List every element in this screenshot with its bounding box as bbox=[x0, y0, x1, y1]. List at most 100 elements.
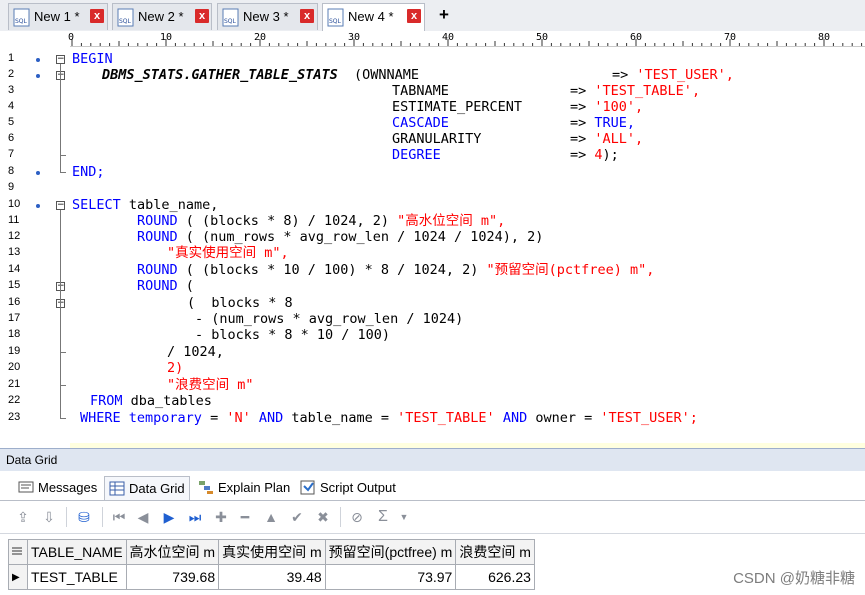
tab-new-3[interactable]: SQL New 3 * x bbox=[217, 3, 318, 30]
refresh-query-icon[interactable]: ⛁ bbox=[75, 508, 93, 526]
fold-guide-end bbox=[60, 352, 66, 353]
column-header[interactable]: TABLE_NAME bbox=[27, 539, 127, 565]
table-cell[interactable]: 739.68 bbox=[125, 564, 220, 590]
script-output-icon bbox=[300, 480, 315, 495]
column-header[interactable]: 高水位空间 m bbox=[125, 539, 220, 565]
toolbar-separator bbox=[66, 507, 67, 527]
close-tab-icon[interactable]: x bbox=[407, 9, 421, 23]
table-cell[interactable]: TEST_TABLE bbox=[27, 564, 127, 590]
code-line-1: BEGIN bbox=[72, 51, 113, 67]
ruler-label: 80 bbox=[818, 32, 831, 43]
ruler-label: 30 bbox=[348, 32, 361, 43]
line-number: 16 bbox=[8, 296, 21, 308]
code-line-3: TABNAME bbox=[392, 83, 449, 99]
sql-file-icon: SQL bbox=[222, 8, 239, 27]
ruler-ticks bbox=[71, 39, 863, 46]
grid-toolbar: ⇪ ⇩ ⛁ ⏮ ◀ ▶ ⏭ ✚ ━ ▲ ✔ ✖ ⊘ Σ ▼ bbox=[0, 501, 865, 534]
next-record-icon[interactable]: ▶ bbox=[160, 508, 178, 526]
result-grid[interactable]: TABLE_NAME 高水位空间 m 真实使用空间 m 预留空间(pctfree… bbox=[8, 539, 535, 590]
editor-tab-bar: SQL New 1 * x SQL New 2 * x SQL New 3 * … bbox=[0, 0, 865, 32]
line-number: 1 bbox=[8, 52, 15, 64]
tab-new-2[interactable]: SQL New 2 * x bbox=[112, 3, 212, 30]
svg-text:SQL: SQL bbox=[224, 18, 237, 25]
code-line-15: ROUND ( bbox=[137, 278, 194, 294]
line-number: 20 bbox=[8, 361, 21, 373]
data-grid-panel-header: Data Grid bbox=[0, 448, 865, 472]
delete-record-icon[interactable]: ━ bbox=[236, 508, 254, 526]
ruler-label: 10 bbox=[160, 32, 173, 43]
code-area[interactable]: BEGIN DBMS_STATS.GATHER_TABLE_STATS (OWN… bbox=[70, 46, 865, 460]
statement-marker-icon bbox=[36, 171, 40, 175]
last-record-icon[interactable]: ⏭ bbox=[186, 508, 204, 526]
close-tab-icon[interactable]: x bbox=[195, 9, 209, 23]
sql-editor[interactable]: 0 10 20 30 40 50 60 70 80 1−2−345678910−… bbox=[0, 31, 865, 460]
statement-marker-icon bbox=[36, 58, 40, 62]
chevron-down-icon[interactable]: ▼ bbox=[395, 508, 413, 526]
fold-guide bbox=[60, 80, 61, 155]
code-line-18: - blocks * 8 * 10 / 100) bbox=[195, 327, 391, 343]
svg-text:SQL: SQL bbox=[329, 18, 342, 25]
watermark: CSDN @奶糖非糖 bbox=[733, 570, 855, 587]
svg-text:SQL: SQL bbox=[15, 18, 28, 25]
code-line-6: GRANULARITY bbox=[392, 131, 482, 147]
table-cell[interactable]: 39.48 bbox=[218, 564, 326, 590]
ruler-label: 60 bbox=[630, 32, 643, 43]
line-number: 3 bbox=[8, 84, 15, 96]
code-line-7-arrow: => 4); bbox=[570, 147, 619, 163]
table-cell[interactable]: 626.23 bbox=[455, 564, 535, 590]
tab-data-grid[interactable]: Data Grid bbox=[104, 476, 190, 500]
code-line-14: ROUND ( (blocks * 10 / 100) * 8 / 1024, … bbox=[137, 262, 655, 278]
line-number: 17 bbox=[8, 312, 21, 324]
tab-explain-plan[interactable]: Explain Plan bbox=[194, 476, 290, 499]
tab-script-output[interactable]: Script Output bbox=[296, 476, 396, 499]
code-line-5-arrow: => TRUE, bbox=[570, 115, 636, 131]
close-tab-icon[interactable]: x bbox=[90, 9, 104, 23]
column-header[interactable]: 预留空间(pctfree) m bbox=[324, 539, 457, 565]
code-line-22: FROM dba_tables bbox=[90, 393, 212, 409]
fold-toggle-icon[interactable]: − bbox=[56, 55, 65, 64]
tab-messages[interactable]: Messages bbox=[14, 476, 97, 499]
row-selector-header[interactable] bbox=[8, 539, 28, 565]
first-record-icon[interactable]: ⏮ bbox=[110, 508, 128, 526]
code-line-11: ROUND ( (blocks * 8) / 1024, 2) "高水位空间 m… bbox=[137, 213, 506, 229]
post-edit-icon[interactable]: ✔ bbox=[288, 508, 306, 526]
export-icon[interactable]: ⇪ bbox=[14, 508, 32, 526]
code-line-13: "真实使用空间 m", bbox=[167, 245, 289, 261]
previous-record-icon[interactable]: ◀ bbox=[134, 508, 152, 526]
sum-icon[interactable]: Σ bbox=[374, 508, 392, 526]
tab-label: New 1 * bbox=[34, 9, 80, 24]
fold-guide bbox=[60, 308, 61, 352]
fold-toggle-icon[interactable]: − bbox=[56, 201, 65, 210]
ruler-label: 0 bbox=[68, 32, 75, 43]
code-line-3-arrow: => 'TEST_TABLE', bbox=[570, 83, 701, 99]
tab-new-4[interactable]: SQL New 4 * x bbox=[322, 3, 425, 31]
cancel-edit-icon[interactable]: ✖ bbox=[314, 508, 332, 526]
row-indicator[interactable]: ▶ bbox=[8, 564, 28, 590]
insert-record-icon[interactable]: ✚ bbox=[212, 508, 230, 526]
code-line-2-arrow: => 'TEST_USER', bbox=[612, 67, 734, 83]
output-tabs: Messages Data Grid Explain Plan Script O… bbox=[0, 471, 865, 501]
tab-new-1[interactable]: SQL New 1 * x bbox=[8, 3, 108, 30]
column-header[interactable]: 真实使用空间 m bbox=[218, 539, 326, 565]
table-cell[interactable]: 73.97 bbox=[324, 564, 457, 590]
edit-record-icon[interactable]: ▲ bbox=[262, 508, 280, 526]
close-tab-icon[interactable]: x bbox=[300, 9, 314, 23]
code-line-10: SELECT table_name, bbox=[72, 197, 219, 213]
import-icon[interactable]: ⇩ bbox=[40, 508, 58, 526]
line-number: 11 bbox=[8, 214, 20, 226]
tab-label: Script Output bbox=[320, 480, 396, 495]
code-line-21: "浪费空间 m" bbox=[167, 377, 254, 393]
tab-label: New 2 * bbox=[138, 9, 184, 24]
tab-label: New 4 * bbox=[348, 9, 394, 24]
line-number: 13 bbox=[8, 246, 21, 258]
svg-text:SQL: SQL bbox=[119, 18, 132, 25]
filter-icon[interactable]: ⊘ bbox=[348, 508, 366, 526]
tab-label: Messages bbox=[38, 480, 98, 495]
column-header[interactable]: 浪费空间 m bbox=[455, 539, 535, 565]
line-number: 2 bbox=[8, 68, 15, 80]
new-tab-button[interactable]: + bbox=[433, 4, 455, 26]
table-row[interactable]: ▶ TEST_TABLE 739.68 39.48 73.97 626.23 bbox=[8, 564, 535, 590]
messages-icon bbox=[18, 481, 34, 493]
sql-file-icon: SQL bbox=[13, 8, 30, 27]
line-number: 9 bbox=[8, 181, 15, 193]
